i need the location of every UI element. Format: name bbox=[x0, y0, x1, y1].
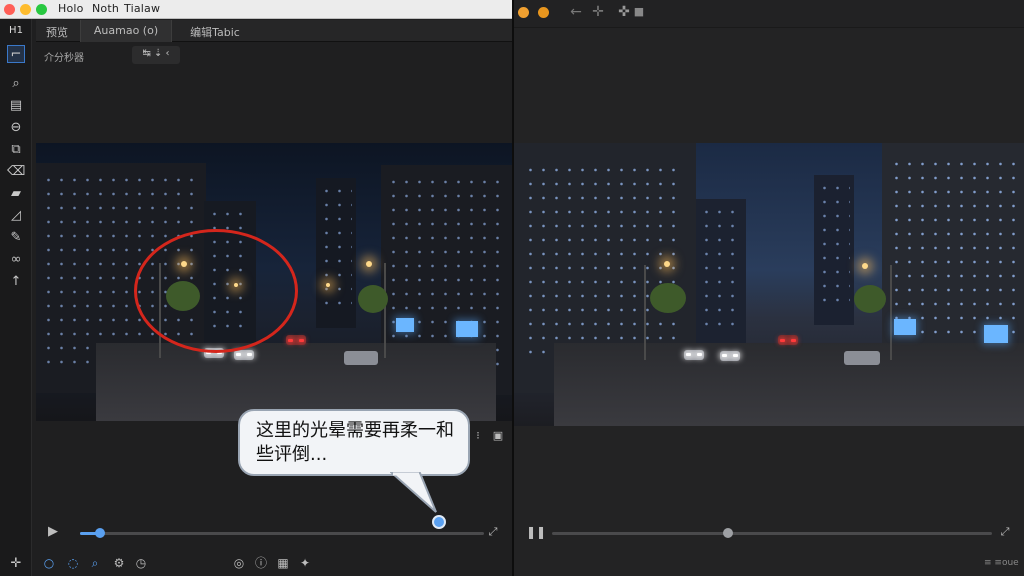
tree bbox=[358, 285, 388, 313]
crosshair-icon[interactable]: ✜ bbox=[616, 5, 632, 19]
fullscreen-icon[interactable]: ⤢ bbox=[486, 525, 500, 539]
car bbox=[778, 335, 798, 345]
fullscreen-icon[interactable]: ⤢ bbox=[998, 525, 1012, 539]
shop-window bbox=[984, 325, 1008, 343]
stop-icon[interactable]: ■ bbox=[632, 5, 646, 19]
annotation-text: 这里的光晕需要再柔一和些评倒... bbox=[256, 420, 454, 465]
playhead-marker[interactable] bbox=[432, 515, 446, 529]
forward-arrow-icon[interactable]: ✛ bbox=[590, 5, 606, 19]
corner-label: ≡ ≡oue bbox=[984, 558, 1019, 568]
sub-toolbar-label: 介分秒器 bbox=[44, 53, 84, 64]
minimize-dot[interactable] bbox=[20, 4, 31, 15]
street-lamp bbox=[862, 263, 868, 269]
play-icon[interactable]: ▶ bbox=[46, 525, 60, 539]
car bbox=[720, 351, 740, 361]
gear-icon[interactable]: ⚙ bbox=[112, 556, 126, 570]
car bbox=[844, 351, 880, 365]
tree bbox=[650, 283, 686, 313]
shop-window bbox=[396, 318, 414, 332]
close-dot[interactable] bbox=[518, 7, 529, 18]
building bbox=[696, 199, 746, 349]
tab-active[interactable]: Auamao (o) bbox=[80, 20, 172, 42]
menu-item[interactable]: Tialaw bbox=[124, 2, 160, 15]
arrow-up-icon[interactable]: ↑ bbox=[7, 273, 25, 291]
timeline-playhead[interactable] bbox=[95, 528, 106, 538]
menu-item[interactable]: Holo bbox=[58, 2, 84, 15]
zoom-dot[interactable] bbox=[36, 4, 47, 15]
car bbox=[344, 351, 378, 365]
lasso-icon[interactable]: ◿ bbox=[7, 207, 25, 225]
link-icon[interactable]: ∞ bbox=[7, 251, 25, 269]
minimize-dot[interactable] bbox=[538, 7, 549, 18]
tab-edit[interactable]: 编辑Tabic bbox=[174, 20, 256, 42]
search-icon[interactable]: ⌕ bbox=[88, 556, 102, 570]
select-rect-icon[interactable]: ⌐ bbox=[7, 45, 25, 63]
street-lamp bbox=[366, 261, 372, 267]
right-preview-window: ← ✛ ✜ ■ ❚❚ ⤢ ≡ ≡oue bbox=[514, 0, 1024, 576]
building bbox=[814, 175, 854, 325]
preview-playhead[interactable] bbox=[723, 528, 733, 538]
compare-icon[interactable]: ⁝ bbox=[470, 429, 486, 443]
car bbox=[234, 350, 254, 360]
timeline-track[interactable] bbox=[80, 532, 484, 535]
circle-icon[interactable]: ◌ bbox=[66, 556, 80, 570]
info-icon[interactable]: ⓘ bbox=[254, 556, 268, 570]
move-icon[interactable]: ✛ bbox=[7, 555, 25, 573]
pause-icon[interactable]: ❚❚ bbox=[526, 525, 546, 539]
tool-palette: H1 ⌐ ⌕ ▤ ⊖ ⧉ ⌫ ▰ ◿ ✎ ∞ ↑ ✛ bbox=[0, 19, 32, 576]
back-arrow-icon[interactable]: ← bbox=[568, 5, 584, 19]
tab-bar: 预览 Auamao (o) 编辑Tabic bbox=[36, 20, 512, 42]
sparkle-icon[interactable]: ✦ bbox=[298, 556, 312, 570]
car bbox=[684, 350, 704, 360]
street-lamp bbox=[326, 283, 330, 287]
bubble-tail bbox=[390, 472, 437, 513]
copy-icon[interactable]: ⧉ bbox=[7, 141, 25, 159]
preview-photo[interactable] bbox=[514, 143, 1024, 426]
close-dot[interactable] bbox=[4, 4, 15, 15]
photo-canvas[interactable] bbox=[36, 143, 512, 421]
right-titlebar: ← ✛ ✜ ■ bbox=[514, 0, 1024, 28]
image-icon[interactable]: ▣ bbox=[490, 429, 506, 443]
mode-chip[interactable]: ↹ ⇣ ‹ bbox=[132, 46, 180, 64]
car bbox=[286, 335, 306, 345]
menu-item[interactable]: Noth bbox=[92, 2, 119, 15]
zoom-icon[interactable]: ⌕ bbox=[7, 75, 25, 93]
tab-preview[interactable]: 预览 bbox=[36, 20, 78, 42]
shop-window bbox=[894, 319, 916, 335]
preview-playback-bar: ❚❚ ⤢ bbox=[514, 520, 1024, 546]
annotation-bubble[interactable]: 这里的光晕需要再柔一和些评倒... bbox=[238, 409, 470, 476]
title-bar: Holo Noth Tialaw bbox=[0, 0, 512, 19]
minus-circle-icon[interactable]: ⊖ bbox=[7, 119, 25, 137]
pen-icon[interactable]: ✎ bbox=[7, 229, 25, 247]
tree bbox=[854, 285, 886, 313]
film-icon[interactable]: ▦ bbox=[276, 556, 290, 570]
road bbox=[554, 343, 1024, 426]
eraser-icon[interactable]: ⌫ bbox=[7, 163, 25, 181]
clock-icon[interactable]: ◷ bbox=[134, 556, 148, 570]
left-editor-window: Holo Noth Tialaw H1 ⌐ ⌕ ▤ ⊖ ⧉ ⌫ ▰ ◿ ✎ ∞ … bbox=[0, 0, 512, 576]
bottom-icon-row: ○ ◌ ⌕ ⚙ ◷ ◎ ⓘ ▦ ✦ bbox=[36, 552, 512, 576]
building bbox=[316, 178, 356, 328]
sub-toolbar: 介分秒器 ↹ ⇣ ‹ bbox=[36, 42, 512, 68]
app-badge: H1 bbox=[9, 25, 23, 36]
preview-timeline-track[interactable] bbox=[552, 532, 992, 535]
street-lamp bbox=[664, 261, 670, 267]
folder-icon[interactable]: ▰ bbox=[7, 185, 25, 203]
annotation-circle[interactable] bbox=[134, 229, 298, 353]
circle-icon[interactable]: ○ bbox=[42, 556, 56, 570]
target-icon[interactable]: ◎ bbox=[232, 556, 246, 570]
layers-icon[interactable]: ▤ bbox=[7, 97, 25, 115]
shop-window bbox=[456, 321, 478, 337]
